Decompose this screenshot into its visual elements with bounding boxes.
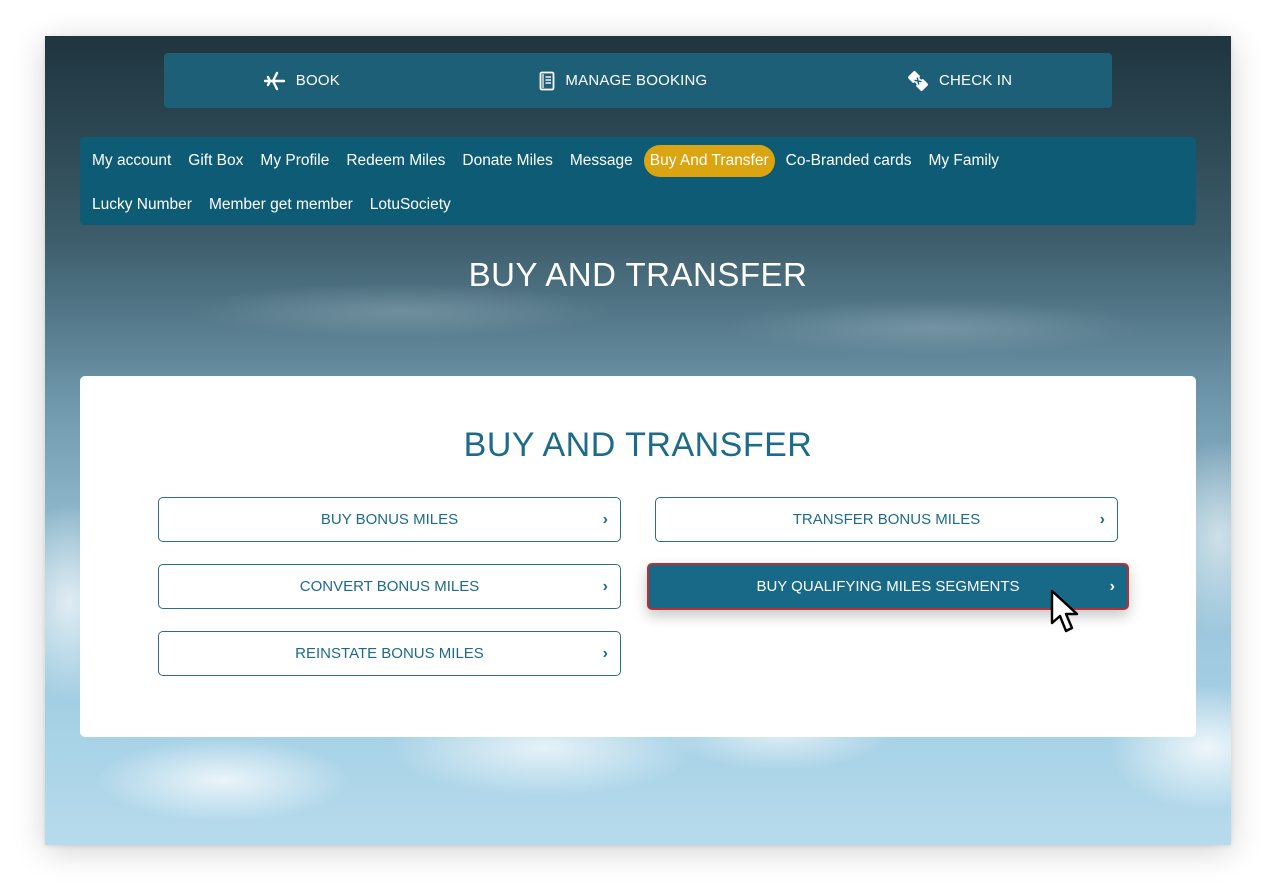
page-title: BUY AND TRANSFER	[468, 256, 808, 293]
chevron-right-icon: ›	[602, 577, 608, 595]
manage-booking-label: MANAGE BOOKING	[565, 72, 708, 89]
boarding-pass-icon	[907, 70, 929, 92]
manage-booking-link[interactable]: MANAGE BOOKING	[539, 71, 707, 91]
nav-member-get-member[interactable]: Member get member	[203, 189, 359, 221]
buy-bonus-miles-button[interactable]: BUY BONUS MILES ›	[158, 497, 621, 542]
mouse-cursor-icon	[1050, 589, 1080, 640]
button-label: REINSTATE BONUS MILES	[295, 645, 484, 662]
nav-my-family[interactable]: My Family	[922, 145, 1005, 177]
booking-document-icon	[539, 71, 555, 91]
account-nav-row-2: Lucky Number Member get member LotuSocie…	[86, 187, 1190, 231]
reinstate-bonus-miles-button[interactable]: REINSTATE BONUS MILES ›	[158, 631, 621, 676]
nav-donate-miles[interactable]: Donate Miles	[456, 145, 558, 177]
nav-gift-box[interactable]: Gift Box	[182, 145, 249, 177]
card-title: BUY AND TRANSFER	[463, 426, 813, 464]
nav-my-profile[interactable]: My Profile	[254, 145, 335, 177]
button-label: BUY QUALIFYING MILES SEGMENTS	[756, 578, 1020, 595]
check-in-link[interactable]: CHECK IN	[907, 70, 1012, 92]
transfer-bonus-miles-button[interactable]: TRANSFER BONUS MILES ›	[655, 497, 1118, 542]
account-nav: My account Gift Box My Profile Redeem Mi…	[80, 137, 1196, 225]
chevron-right-icon: ›	[602, 644, 608, 662]
airplane-icon	[263, 71, 286, 91]
button-label: BUY BONUS MILES	[320, 511, 459, 528]
nav-message[interactable]: Message	[564, 145, 639, 177]
nav-lotusociety[interactable]: LotuSociety	[364, 189, 457, 221]
chevron-right-icon: ›	[1109, 577, 1115, 595]
chevron-right-icon: ›	[1099, 510, 1105, 528]
nav-redeem-miles[interactable]: Redeem Miles	[340, 145, 451, 177]
page-frame: BOOK MANAGE BOOKING CHECK IN My account …	[45, 36, 1231, 845]
button-label: CONVERT BONUS MILES	[299, 578, 480, 595]
chevron-right-icon: ›	[602, 510, 608, 528]
book-label: BOOK	[295, 72, 340, 89]
buy-transfer-card: BUY AND TRANSFER BUY BONUS MILES › TRANS…	[80, 376, 1196, 737]
convert-bonus-miles-button[interactable]: CONVERT BONUS MILES ›	[158, 564, 621, 609]
book-link[interactable]: BOOK	[263, 71, 340, 91]
nav-co-branded-cards[interactable]: Co-Branded cards	[780, 145, 918, 177]
check-in-label: CHECK IN	[938, 72, 1013, 89]
nav-lucky-number[interactable]: Lucky Number	[86, 189, 198, 221]
nav-my-account[interactable]: My account	[86, 145, 177, 177]
top-booking-bar: BOOK MANAGE BOOKING CHECK IN	[164, 53, 1112, 108]
nav-buy-and-transfer[interactable]: Buy And Transfer	[643, 145, 775, 177]
button-label: TRANSFER BONUS MILES	[792, 511, 981, 528]
